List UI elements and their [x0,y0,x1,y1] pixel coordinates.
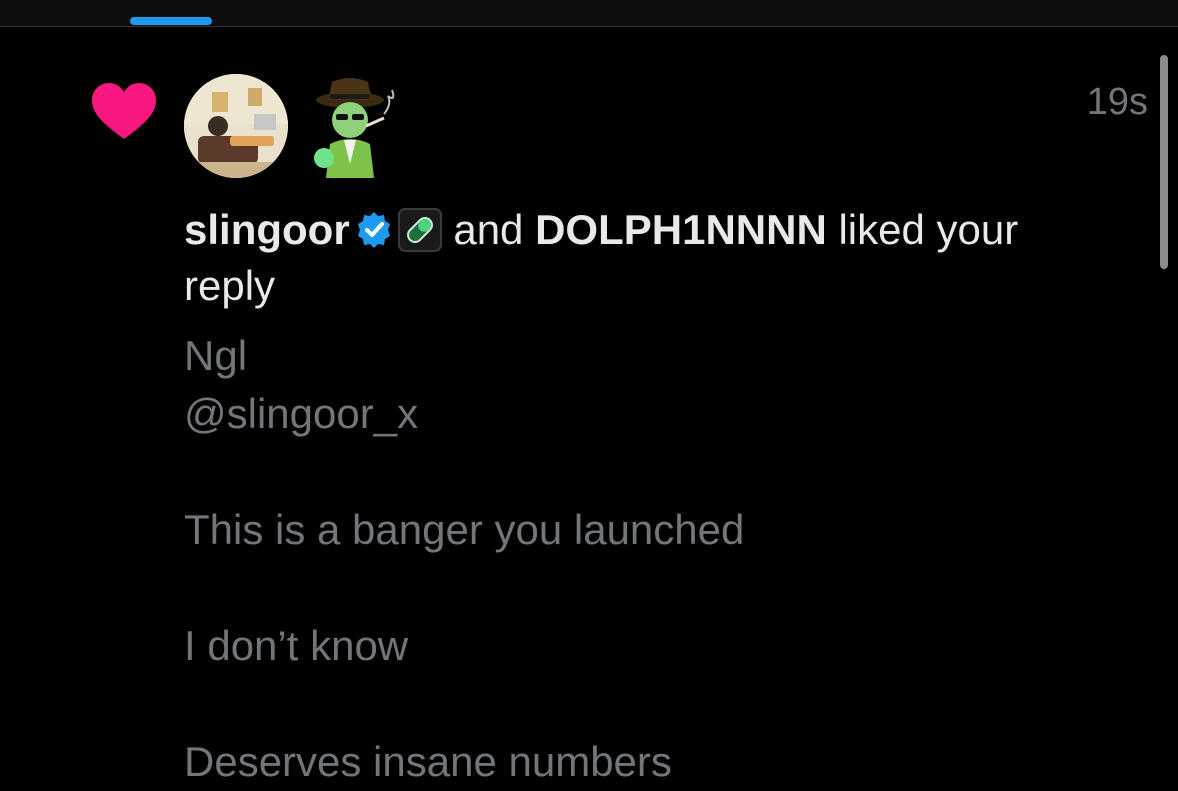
timestamp: 19s [1086,81,1148,123]
reply-line: I don’t know [184,622,409,669]
reply-line [184,559,1144,617]
verified-icon [357,212,390,248]
action-text: liked your [838,206,1019,253]
like-notification[interactable]: 19s slingoor and DOLPH1NNNN liked your r… [0,27,1178,785]
actor-name-1[interactable]: slingoor [184,206,350,253]
action-text-continued: reply [184,262,276,309]
actor-name-2[interactable]: DOLPH1NNNN [535,206,827,253]
reply-line [184,443,1144,501]
heart-icon [92,83,156,139]
reply-line: This is a banger you launched [184,506,745,553]
reply-line: @slingoor_x [184,390,419,437]
active-tab-indicator [130,17,212,25]
notification-headline: slingoor and DOLPH1NNNN liked your reply [184,202,1144,314]
avatar-image [314,78,395,178]
reply-preview: Ngl @slingoor_x This is a banger you lau… [184,327,1144,791]
top-tab-bar [0,0,1178,27]
connector-text: and [453,206,524,253]
reply-line: Deserves insane numbers [184,738,672,785]
pill-icon [397,208,442,252]
avatar-image [184,74,288,178]
reply-line: Ngl [184,332,248,379]
avatar-dolph1nnnn[interactable] [304,74,408,178]
scrollbar[interactable] [1160,55,1168,269]
reply-line [184,675,1144,733]
avatar-slingoor[interactable] [184,74,288,178]
